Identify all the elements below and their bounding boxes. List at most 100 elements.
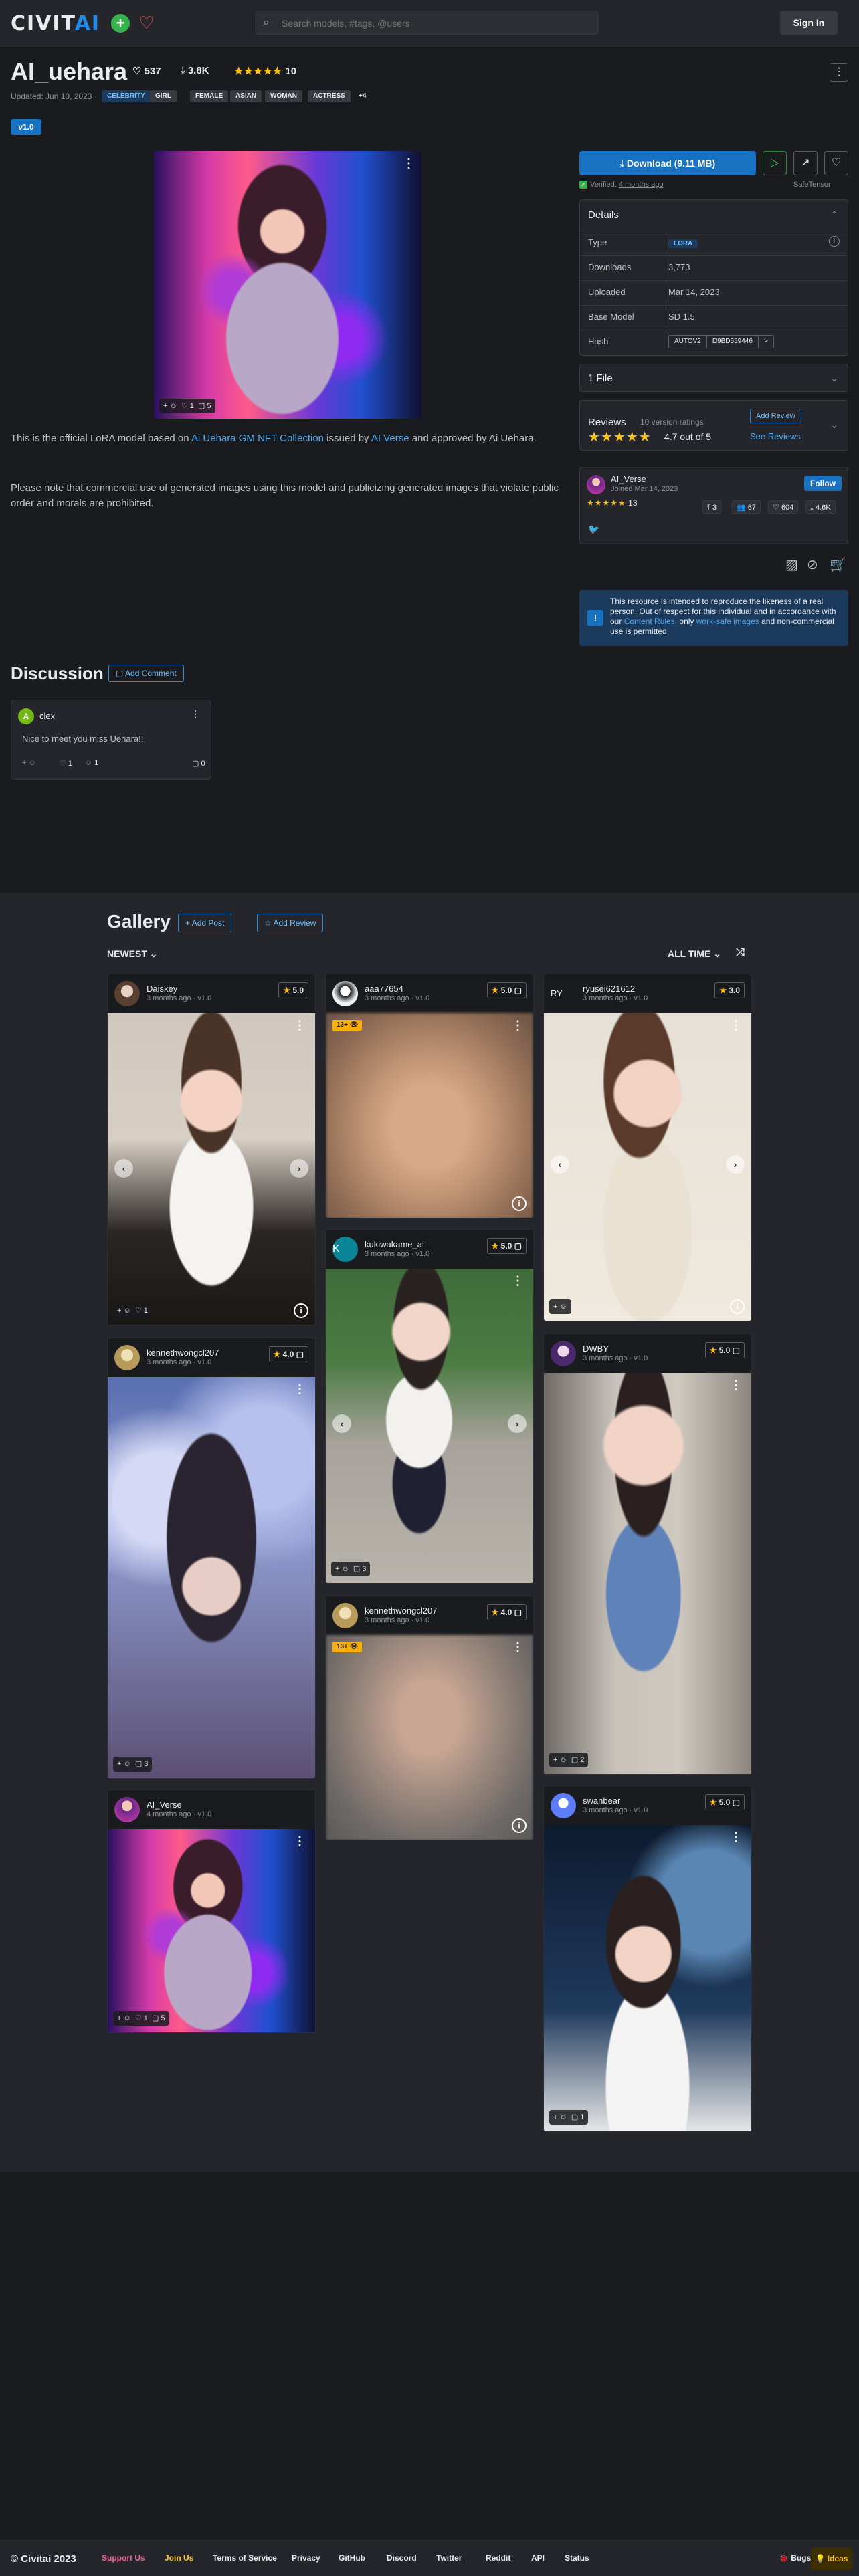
support-heart-icon[interactable]: ♡: [136, 12, 157, 33]
next-arrow-icon[interactable]: ›: [726, 1155, 745, 1174]
download-button[interactable]: ⤓ Download (9.11 MB): [579, 151, 756, 175]
next-arrow-icon[interactable]: ›: [508, 1414, 527, 1433]
gallery-card[interactable]: AI_Verse 4 months ago · v1.0 ⋮ + ☺ ♡ 1 ▢…: [107, 1790, 316, 2033]
period-dropdown[interactable]: ALL TIME ⌄: [668, 948, 721, 960]
tag-badge[interactable]: ACTRESS: [308, 90, 351, 102]
avatar[interactable]: [332, 1603, 358, 1628]
see-reviews-link[interactable]: See Reviews: [750, 431, 801, 441]
footer-link-discord[interactable]: Discord: [387, 2553, 417, 2563]
card-username[interactable]: aaa77654: [365, 984, 403, 994]
avatar[interactable]: [114, 981, 140, 1006]
image-menu-icon[interactable]: ⋮: [403, 156, 415, 171]
card-menu-icon[interactable]: ⋮: [512, 1640, 524, 1654]
info-icon[interactable]: i: [294, 1303, 308, 1318]
gallery-image-blurred[interactable]: [326, 1635, 533, 1840]
tag-badge[interactable]: GIRL: [150, 90, 177, 102]
card-username[interactable]: ryusei621612: [583, 984, 635, 994]
comment-react-button[interactable]: + ☺: [22, 759, 36, 767]
creator-name[interactable]: AI_Verse: [611, 474, 646, 484]
gallery-card[interactable]: Daiskey 3 months ago · v1.0 ★ 5.0 ⋮ ‹ › …: [107, 974, 316, 1325]
footer-link-privacy[interactable]: Privacy: [292, 2553, 320, 2563]
twitter-icon[interactable]: 🐦: [588, 524, 599, 535]
footer-link-support[interactable]: Support Us: [102, 2553, 145, 2563]
card-username[interactable]: kennethwongcl207: [365, 1606, 437, 1616]
verified-time-link[interactable]: 4 months ago: [619, 181, 664, 189]
card-username[interactable]: DWBY: [583, 1344, 609, 1354]
card-username[interactable]: kukiwakame_ai: [365, 1239, 424, 1249]
search-input[interactable]: [282, 17, 589, 30]
previous-arrow-icon[interactable]: ‹: [551, 1155, 569, 1174]
gallery-card[interactable]: aaa77654 3 months ago · v1.0 ★ 5.0 ▢ 13+…: [325, 974, 534, 1218]
civitai-logo[interactable]: CIVITAI: [11, 12, 100, 35]
info-icon[interactable]: i: [512, 1196, 527, 1211]
card-menu-icon[interactable]: ⋮: [512, 1274, 524, 1288]
avatar[interactable]: K: [332, 1237, 358, 1262]
gallery-card[interactable]: swanbear 3 months ago · v1.0 ★ 5.0 ▢ ⋮ +…: [543, 1786, 752, 2132]
tag-badge[interactable]: +4: [353, 90, 371, 102]
gallery-image[interactable]: [108, 1013, 315, 1325]
shuffle-icon[interactable]: ⤮: [736, 947, 745, 959]
avatar[interactable]: [551, 1341, 576, 1366]
avatar[interactable]: RY: [551, 981, 576, 1006]
comment-user[interactable]: clex: [39, 711, 55, 721]
ai-verse-link[interactable]: AI Verse: [371, 433, 409, 444]
next-arrow-icon[interactable]: ›: [290, 1159, 308, 1178]
previous-arrow-icon[interactable]: ‹: [114, 1159, 133, 1178]
card-menu-icon[interactable]: ⋮: [512, 1018, 524, 1033]
add-post-button[interactable]: + Add Post: [178, 914, 232, 932]
gallery-image[interactable]: [108, 1829, 315, 2032]
nft-collection-link[interactable]: Ai Uehara GM NFT Collection: [191, 433, 324, 444]
card-menu-icon[interactable]: ⋮: [294, 1382, 306, 1396]
add-review-button[interactable]: Add Review: [750, 409, 801, 423]
gallery-card[interactable]: kennethwongcl207 3 months ago · v1.0 ★ 4…: [325, 1596, 534, 1840]
card-reactions[interactable]: + ☺ ♡ 1 ▢ 5: [113, 2011, 169, 2026]
gallery-card[interactable]: DWBY 3 months ago · v1.0 ★ 5.0 ▢ ⋮ + ☺ ▢…: [543, 1333, 752, 1775]
avatar[interactable]: [114, 1797, 140, 1822]
hash-arrow[interactable]: >: [759, 336, 773, 348]
tag-badge[interactable]: FEMALE: [190, 90, 229, 102]
info-icon[interactable]: i: [730, 1299, 745, 1314]
card-menu-icon[interactable]: ⋮: [294, 1018, 306, 1033]
card-reactions[interactable]: + ☺ ▢ 3: [331, 1562, 371, 1576]
tag-badge[interactable]: ASIAN: [230, 90, 262, 102]
work-safe-images-link[interactable]: work-safe images: [696, 617, 759, 626]
follow-button[interactable]: Follow: [804, 476, 842, 491]
model-preview-image[interactable]: ⋮ + ☺ ♡ 1 ▢ 5: [154, 151, 421, 419]
gallery-image[interactable]: [544, 1373, 751, 1774]
chevron-up-icon[interactable]: ⌃: [830, 209, 838, 221]
card-reactions[interactable]: + ☺ ♡ 1: [113, 1303, 152, 1318]
gallery-image[interactable]: [544, 1825, 751, 2131]
more-options-icon[interactable]: ⋮: [830, 63, 848, 82]
footer-link-github[interactable]: GitHub: [339, 2553, 365, 2563]
gallery-card[interactable]: kennethwongcl207 3 months ago · v1.0 ★ 4…: [107, 1337, 316, 1779]
create-plus-icon[interactable]: +: [111, 14, 130, 33]
card-reactions[interactable]: + ☺ ▢ 1: [549, 2110, 589, 2125]
footer-link-reddit[interactable]: Reddit: [486, 2553, 510, 2563]
card-menu-icon[interactable]: ⋮: [730, 1378, 742, 1392]
bugs-button[interactable]: 🐞 Bugs: [779, 2553, 811, 2563]
run-play-icon[interactable]: ▷: [763, 151, 787, 175]
tag-badge[interactable]: WOMAN: [265, 90, 302, 102]
card-reactions[interactable]: + ☺ ▢ 3: [113, 1757, 153, 1772]
footer-link-twitter[interactable]: Twitter: [436, 2553, 462, 2563]
image-reactions[interactable]: + ☺ ♡ 1 ▢ 5: [159, 399, 215, 413]
version-button[interactable]: v1.0: [11, 119, 41, 135]
card-menu-icon[interactable]: ⋮: [730, 1018, 742, 1033]
creator-avatar[interactable]: [587, 475, 605, 494]
avatar[interactable]: [114, 1345, 140, 1370]
card-username[interactable]: Daiskey: [147, 984, 177, 994]
info-icon[interactable]: i: [829, 236, 840, 247]
add-comment-button[interactable]: ▢ Add Comment: [108, 665, 184, 682]
rating-stat[interactable]: ★★★★★ 10: [234, 65, 296, 77]
card-menu-icon[interactable]: ⋮: [730, 1830, 742, 1844]
gallery-card[interactable]: RY ryusei621612 3 months ago · v1.0 ★ 3.…: [543, 974, 752, 1321]
comment-replies[interactable]: ▢ 0: [192, 759, 205, 768]
footer-link-join[interactable]: Join Us: [165, 2553, 193, 2563]
tag-badge[interactable]: CELEBRITY: [102, 90, 151, 102]
details-title[interactable]: Details: [588, 209, 619, 221]
add-review-button[interactable]: ☆ Add Review: [257, 914, 324, 932]
footer-link-status[interactable]: Status: [565, 2553, 589, 2563]
search-bar[interactable]: ⌕: [256, 11, 598, 35]
gallery-image[interactable]: [108, 1377, 315, 1778]
avatar[interactable]: A: [18, 708, 34, 724]
